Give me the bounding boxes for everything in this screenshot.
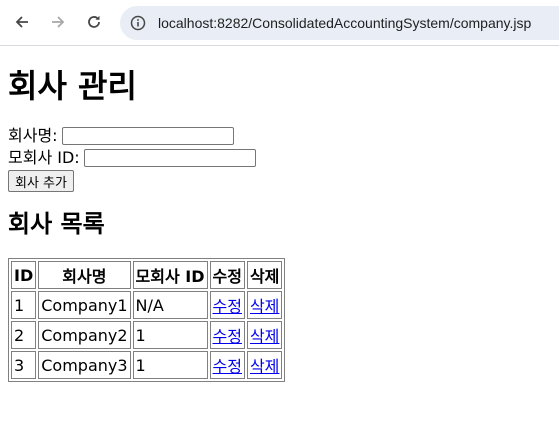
site-info-icon[interactable] xyxy=(130,15,146,31)
edit-link[interactable]: 수정 xyxy=(213,297,242,316)
cell-delete: 삭제 xyxy=(246,321,283,350)
edit-link[interactable]: 수정 xyxy=(213,357,242,376)
cell-edit: 수정 xyxy=(209,291,245,320)
reload-button[interactable] xyxy=(80,8,108,36)
cell-delete: 삭제 xyxy=(246,291,283,320)
company-table: ID 회사명 모회사 ID 수정 삭제 1 Company1 N/A 수정 삭제… xyxy=(8,258,286,383)
cell-delete: 삭제 xyxy=(246,351,283,380)
cell-company-name: Company3 xyxy=(38,351,131,380)
table-header-row: ID 회사명 모회사 ID 수정 삭제 xyxy=(11,261,283,290)
cell-id: 1 xyxy=(11,291,37,320)
forward-button[interactable] xyxy=(44,8,72,36)
cell-company-name: Company2 xyxy=(38,321,131,350)
parent-id-input[interactable] xyxy=(83,148,256,167)
delete-link[interactable]: 삭제 xyxy=(250,327,279,346)
parent-id-label: 모회사 ID: xyxy=(8,147,80,167)
add-company-button[interactable]: 회사 추가 xyxy=(8,169,74,192)
url-text[interactable]: localhost:8282/ConsolidatedAccountingSys… xyxy=(158,15,531,31)
column-header-delete: 삭제 xyxy=(246,261,283,290)
table-row: 1 Company1 N/A 수정 삭제 xyxy=(11,291,283,320)
cell-parent-id: 1 xyxy=(132,351,208,380)
company-name-input[interactable] xyxy=(61,126,234,145)
table-row: 3 Company3 1 수정 삭제 xyxy=(11,351,283,380)
cell-id: 2 xyxy=(11,321,37,350)
cell-edit: 수정 xyxy=(209,351,245,380)
parent-id-row: 모회사 ID: xyxy=(8,147,551,169)
cell-parent-id: 1 xyxy=(132,321,208,350)
reload-icon xyxy=(88,15,100,28)
table-row: 2 Company2 1 수정 삭제 xyxy=(11,321,283,350)
column-header-id: ID xyxy=(11,261,37,290)
delete-link[interactable]: 삭제 xyxy=(250,297,279,316)
address-bar[interactable]: localhost:8282/ConsolidatedAccountingSys… xyxy=(120,6,559,40)
cell-parent-id: N/A xyxy=(132,291,208,320)
back-button[interactable] xyxy=(8,8,36,36)
cell-company-name: Company1 xyxy=(38,291,131,320)
page-title: 회사 관리 xyxy=(8,67,137,105)
company-name-label: 회사명: xyxy=(8,125,58,145)
column-header-edit: 수정 xyxy=(209,261,245,290)
column-header-name: 회사명 xyxy=(38,261,131,290)
back-arrow-icon xyxy=(15,16,28,28)
forward-arrow-icon xyxy=(52,16,65,28)
cell-id: 3 xyxy=(11,351,37,380)
delete-link[interactable]: 삭제 xyxy=(250,357,279,376)
cell-edit: 수정 xyxy=(209,321,245,350)
browser-toolbar: localhost:8282/ConsolidatedAccountingSys… xyxy=(0,0,559,46)
column-header-parent-id: 모회사 ID xyxy=(132,261,208,290)
company-name-row: 회사명: xyxy=(8,125,551,147)
page-content: 회사 관리 회사명: 모회사 ID: 회사 추가 회사 목록 ID 회사명 모회… xyxy=(0,67,559,383)
edit-link[interactable]: 수정 xyxy=(213,327,242,346)
company-list-title: 회사 목록 xyxy=(8,209,105,238)
